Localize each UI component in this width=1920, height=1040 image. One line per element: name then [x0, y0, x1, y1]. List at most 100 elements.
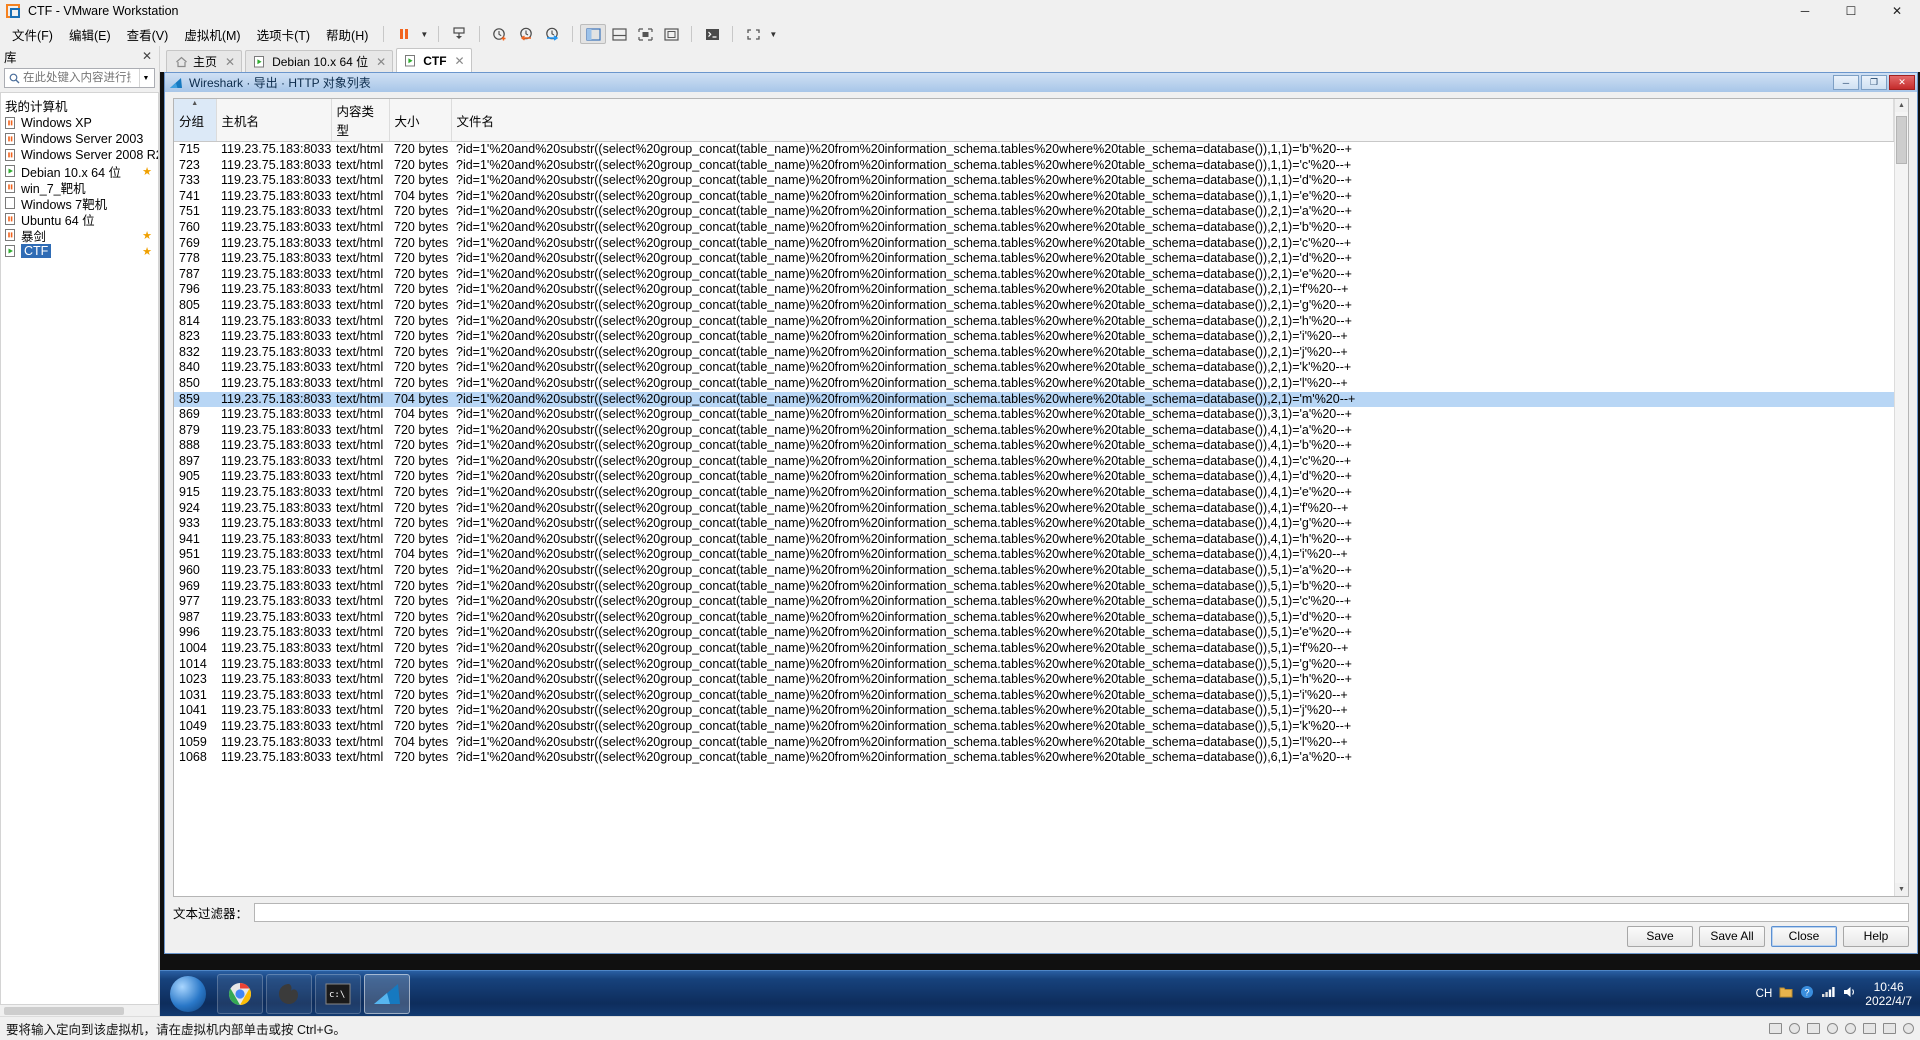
send-ctrl-alt-del-icon[interactable]: [699, 24, 725, 44]
table-row[interactable]: 741 119.23.75.183:8033 text/html 704 bytes?…: [174, 189, 1894, 205]
taskbar-clock[interactable]: 10:46 2022/4/7: [1865, 980, 1912, 1008]
snapshot-manager-icon[interactable]: [446, 24, 472, 44]
manage-snapshots-icon[interactable]: [539, 24, 565, 44]
table-row[interactable]: 787 119.23.75.183:8033 text/html 720 bytes?…: [174, 267, 1894, 283]
column-header-content-type[interactable]: 内容类型: [331, 99, 390, 142]
unity-icon[interactable]: [740, 24, 766, 44]
library-search[interactable]: ▼: [4, 68, 155, 88]
taskbar-chrome-icon[interactable]: [217, 973, 263, 1014]
ime-indicator[interactable]: CH: [1756, 988, 1773, 1000]
menu-tabs[interactable]: 选项卡(T): [249, 22, 318, 47]
scroll-thumb[interactable]: [1896, 116, 1907, 164]
menu-view[interactable]: 查看(V): [119, 22, 177, 47]
search-input[interactable]: [21, 71, 133, 85]
table-row[interactable]: 960 119.23.75.183:8033 text/html 720 bytes?…: [174, 563, 1894, 579]
scroll-track[interactable]: [1895, 112, 1908, 883]
table-row[interactable]: 941 119.23.75.183:8033 text/html 720 bytes?…: [174, 532, 1894, 548]
menu-help[interactable]: 帮助(H): [318, 22, 376, 47]
library-item-8[interactable]: 暴剑 ★: [1, 227, 158, 244]
table-row[interactable]: 977 119.23.75.183:8033 text/html 720 bytes?…: [174, 594, 1894, 610]
taskbar-wireshark-icon[interactable]: [364, 973, 410, 1014]
scroll-up-icon[interactable]: ▲: [1895, 99, 1908, 112]
library-tree[interactable]: 我的计算机 Windows XP Windows Server 2003 Windo…: [0, 92, 159, 1004]
minimize-button[interactable]: ─: [1782, 0, 1828, 22]
table-vertical-scrollbar[interactable]: ▲ ▼: [1894, 99, 1908, 896]
tray-folder-icon[interactable]: [1779, 986, 1793, 1001]
fullscreen-icon[interactable]: [658, 24, 684, 44]
table-row[interactable]: 969 119.23.75.183:8033 text/html 720 bytes?…: [174, 579, 1894, 595]
close-button[interactable]: ✕: [1874, 0, 1920, 22]
table-row[interactable]: 778 119.23.75.183:8033 text/html 720 bytes?…: [174, 251, 1894, 267]
table-row[interactable]: 996 119.23.75.183:8033 text/html 720 bytes?…: [174, 625, 1894, 641]
favorite-star-icon[interactable]: ★: [142, 165, 152, 178]
table-row[interactable]: 823 119.23.75.183:8033 text/html 720 bytes?…: [174, 329, 1894, 345]
tab-2[interactable]: Debian 10.x 64 位 ✕: [245, 50, 394, 72]
table-row[interactable]: 888 119.23.75.183:8033 text/html 720 bytes?…: [174, 438, 1894, 454]
tab-3[interactable]: CTF ✕: [396, 48, 472, 72]
close-dialog-button[interactable]: Close: [1771, 925, 1837, 947]
library-item-2[interactable]: Windows Server 2003: [1, 131, 158, 147]
table-row[interactable]: 951 119.23.75.183:8033 text/html 704 bytes?…: [174, 547, 1894, 563]
table-row[interactable]: 733 119.23.75.183:8033 text/html 720 bytes?…: [174, 173, 1894, 189]
wireshark-minimize-button[interactable]: ─: [1833, 75, 1859, 90]
search-dropdown-caret-icon[interactable]: ▼: [139, 69, 152, 87]
menu-vm[interactable]: 虚拟机(M): [176, 22, 248, 47]
maximize-button[interactable]: ☐: [1828, 0, 1874, 22]
table-row[interactable]: 760 119.23.75.183:8033 text/html 720 bytes?…: [174, 220, 1894, 236]
scroll-down-icon[interactable]: ▼: [1895, 883, 1908, 896]
menu-file[interactable]: 文件(F): [4, 22, 61, 47]
pause-icon[interactable]: [391, 24, 417, 44]
table-row[interactable]: 769 119.23.75.183:8033 text/html 720 bytes?…: [174, 236, 1894, 252]
wireshark-maximize-button[interactable]: ❐: [1861, 75, 1887, 90]
power-dropdown-caret-icon[interactable]: ▼: [417, 24, 431, 44]
table-row[interactable]: 715 119.23.75.183:8033 text/html 720 bytes?…: [174, 142, 1894, 158]
printer-icon[interactable]: [1863, 1023, 1876, 1034]
tab-1[interactable]: 主页 ✕: [166, 50, 243, 72]
show-console-view-icon[interactable]: [606, 24, 632, 44]
table-row[interactable]: 869 119.23.75.183:8033 text/html 704 bytes?…: [174, 407, 1894, 423]
table-row[interactable]: 1049 119.23.75.183:8033 text/html 720 bytes…: [174, 719, 1894, 735]
show-library-icon[interactable]: [580, 24, 607, 44]
table-row[interactable]: 924 119.23.75.183:8033 text/html 720 bytes?…: [174, 501, 1894, 517]
table-row[interactable]: 1023 119.23.75.183:8033 text/html 720 bytes…: [174, 672, 1894, 688]
table-row[interactable]: 796 119.23.75.183:8033 text/html 720 bytes?…: [174, 282, 1894, 298]
library-item-9[interactable]: CTF ★: [1, 243, 158, 259]
favorite-star-icon[interactable]: ★: [142, 245, 152, 258]
table-row[interactable]: 879 119.23.75.183:8033 text/html 720 bytes?…: [174, 423, 1894, 439]
table-row[interactable]: 840 119.23.75.183:8033 text/html 720 bytes?…: [174, 360, 1894, 376]
tab-close-icon[interactable]: ✕: [455, 54, 465, 68]
save-button[interactable]: Save: [1627, 925, 1693, 947]
unity-dropdown-caret-icon[interactable]: ▼: [766, 24, 780, 44]
table-row[interactable]: 723 119.23.75.183:8033 text/html 720 bytes?…: [174, 158, 1894, 174]
table-row[interactable]: 1068 119.23.75.183:8033 text/html 720 bytes…: [174, 750, 1894, 766]
http-object-table-scroll[interactable]: ▲ 分组 主机名 内容类型 大小 文件名 715 119.23.75.183:803…: [174, 99, 1894, 896]
menu-edit[interactable]: 编辑(E): [61, 22, 119, 47]
tray-network-icon[interactable]: [1821, 986, 1835, 1001]
table-row[interactable]: 805 119.23.75.183:8033 text/html 720 bytes?…: [174, 298, 1894, 314]
column-header-packet[interactable]: ▲ 分组: [174, 99, 217, 142]
table-row[interactable]: 814 119.23.75.183:8033 text/html 720 bytes?…: [174, 314, 1894, 330]
take-snapshot-icon[interactable]: [487, 24, 513, 44]
tray-volume-icon[interactable]: [1842, 985, 1858, 1002]
taskbar-terminal-icon[interactable]: c:\: [315, 973, 361, 1014]
wireshark-close-button[interactable]: ✕: [1889, 75, 1915, 90]
tray-help-icon[interactable]: ?: [1800, 985, 1814, 1002]
library-root-label[interactable]: 我的计算机: [1, 93, 158, 115]
table-row[interactable]: 915 119.23.75.183:8033 text/html 720 bytes?…: [174, 485, 1894, 501]
table-row[interactable]: 1004 119.23.75.183:8033 text/html 720 bytes…: [174, 641, 1894, 657]
library-horizontal-scrollbar[interactable]: [0, 1004, 159, 1016]
show-thumbnails-icon[interactable]: [632, 24, 658, 44]
table-row[interactable]: 1041 119.23.75.183:8033 text/html 720 bytes…: [174, 703, 1894, 719]
table-row[interactable]: 859 119.23.75.183:8033 text/html 704 bytes?…: [174, 391, 1894, 408]
tab-close-icon[interactable]: ✕: [225, 55, 235, 69]
settings-icon[interactable]: [1903, 1023, 1914, 1034]
text-filter-input[interactable]: [254, 902, 1909, 922]
table-row[interactable]: 850 119.23.75.183:8033 text/html 720 bytes?…: [174, 376, 1894, 392]
help-button[interactable]: Help: [1843, 925, 1909, 947]
table-row[interactable]: 1014 119.23.75.183:8033 text/html 720 bytes…: [174, 657, 1894, 673]
table-row[interactable]: 1059 119.23.75.183:8033 text/html 704 bytes…: [174, 735, 1894, 751]
library-close-icon[interactable]: ✕: [139, 49, 155, 63]
table-row[interactable]: 832 119.23.75.183:8033 text/html 720 bytes?…: [174, 345, 1894, 361]
library-item-1[interactable]: Windows XP: [1, 115, 158, 131]
table-row[interactable]: 897 119.23.75.183:8033 text/html 720 bytes?…: [174, 454, 1894, 470]
